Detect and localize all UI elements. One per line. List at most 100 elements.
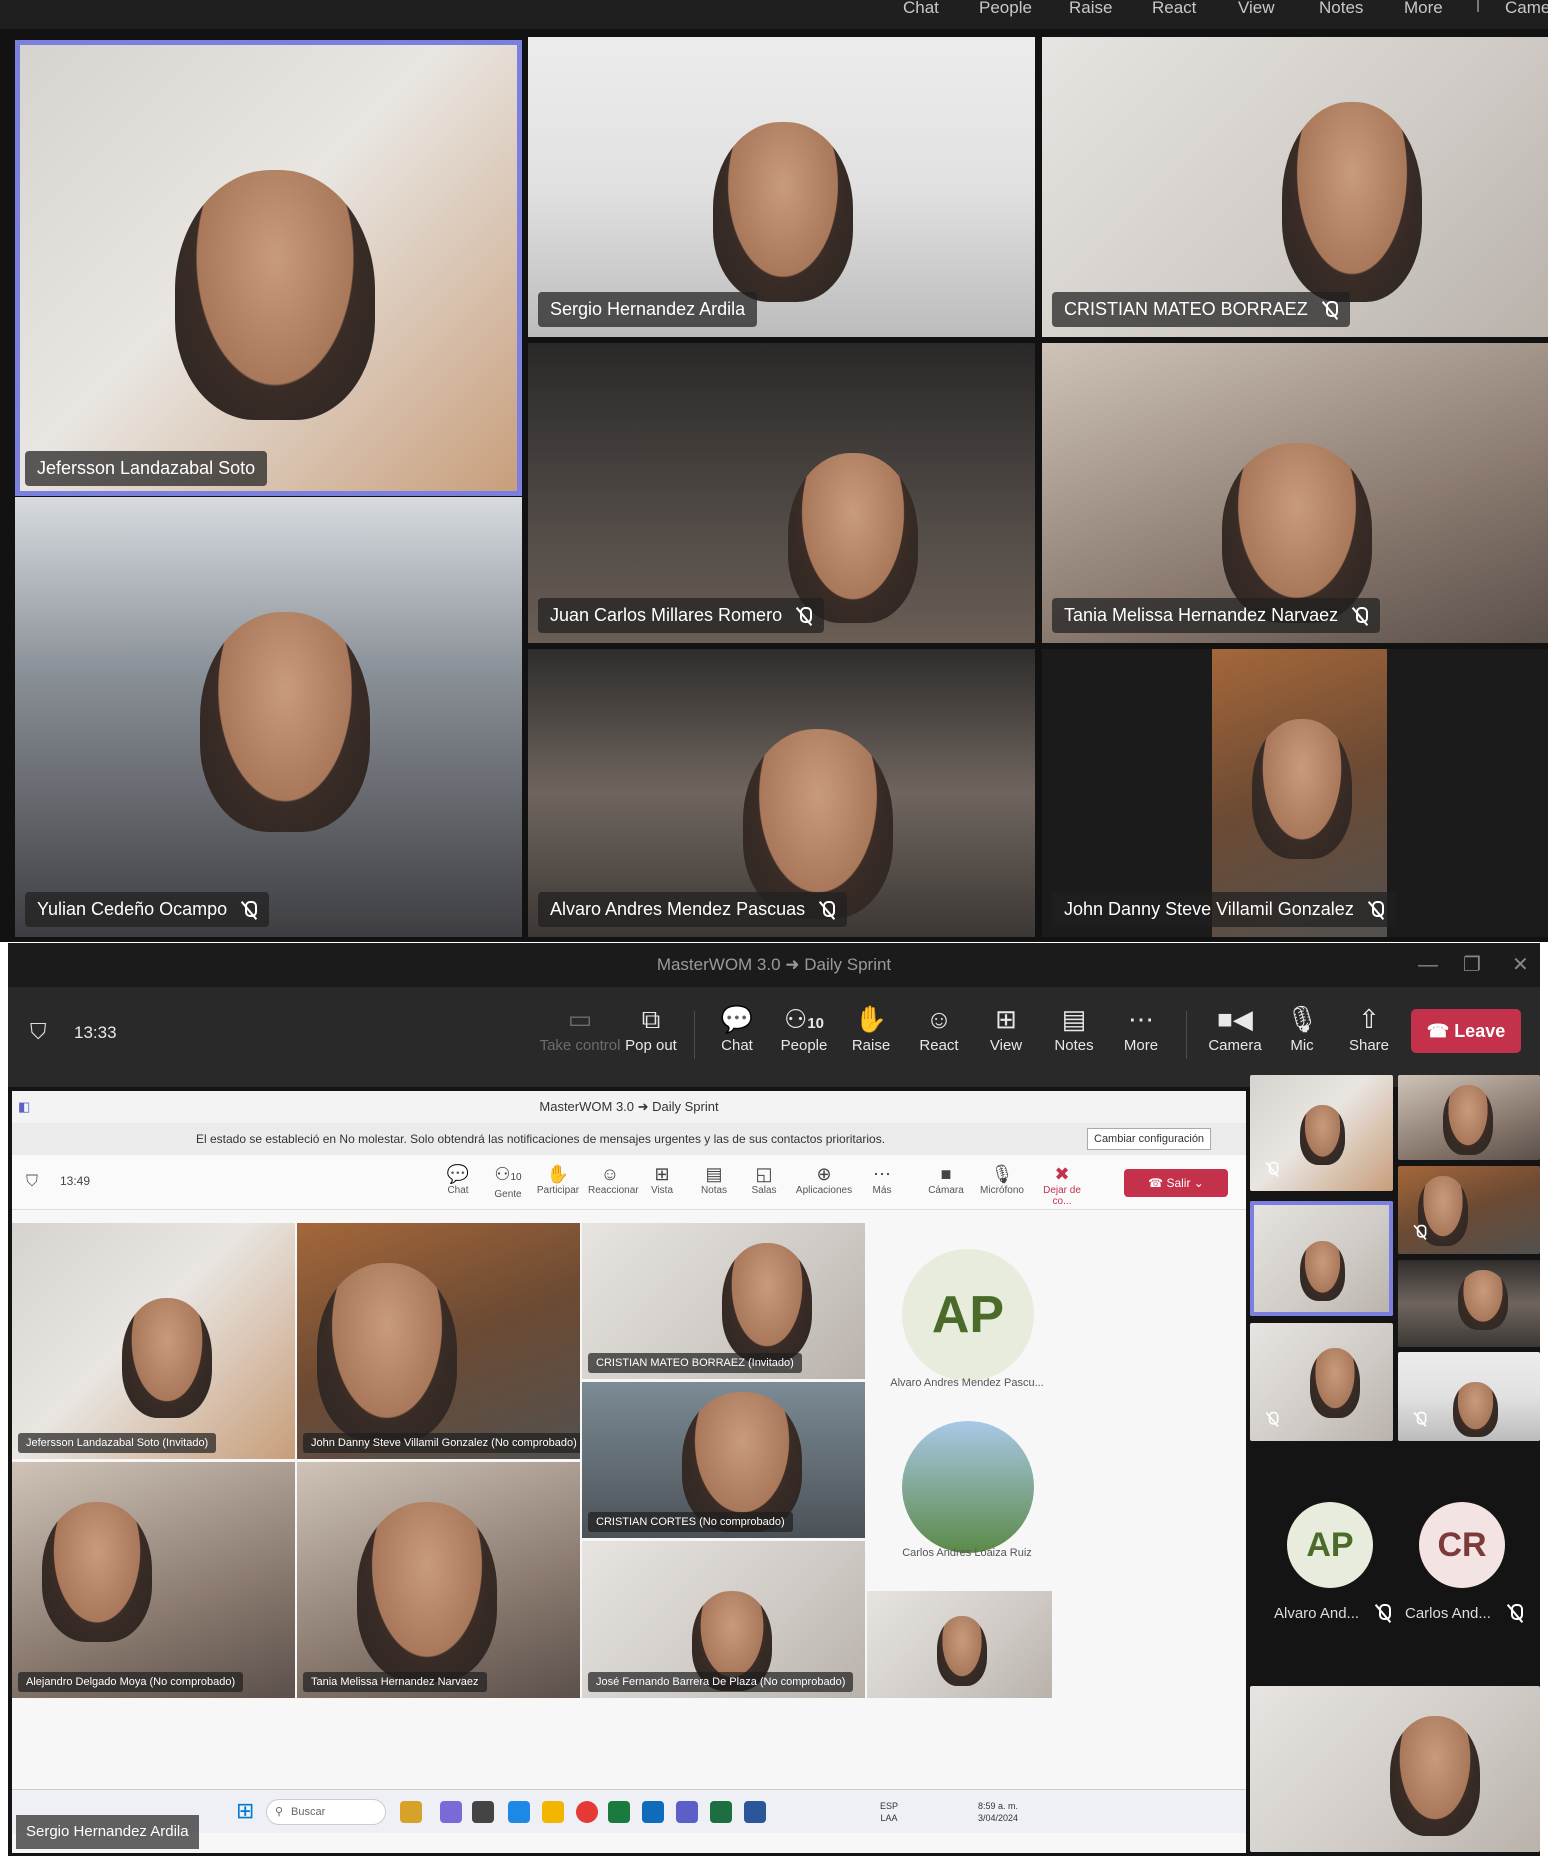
people-button[interactable]: ⚇10 People [772,1001,836,1054]
shared-view-button[interactable]: ⊞ Vista [640,1163,684,1196]
participant-name: Yulian Cedeño Ocampo [25,892,270,927]
toolbar-people[interactable]: People [979,0,1032,16]
excel-icon[interactable] [710,1801,732,1823]
raise-hand-button[interactable]: ✋ Raise [839,1001,903,1054]
stop-sharing-button[interactable]: ✖ Dejar de co... [1034,1163,1090,1207]
video-tile[interactable]: Sergio Hernandez Ardila [528,37,1035,337]
shared-rooms-button[interactable]: ◱ Salas [742,1163,786,1196]
people-icon: ⚇10 [784,1004,824,1034]
video-tile[interactable]: Yulian Cedeño Ocampo [15,497,522,937]
shared-video-tile: CRISTIAN CORTES (No comprobado) [582,1382,865,1538]
participant-thumbnail[interactable] [1398,1352,1540,1441]
video-tile[interactable]: John Danny Steve Villamil Gonzalez [1042,649,1548,937]
leave-button[interactable]: ☎ Leave [1411,1009,1521,1053]
mic-off-icon [1266,1411,1279,1427]
pop-out-button[interactable]: ⧉ Pop out [619,1001,683,1054]
camera-button[interactable]: ■◀ Camera [1203,1001,1267,1054]
participant-thumbnail[interactable] [1398,1260,1540,1347]
view-button[interactable]: ⊞ View [974,1001,1038,1054]
shared-more-button[interactable]: ⋯ Más [860,1163,904,1196]
dnd-banner: El estado se estableció en No molestar. … [12,1123,1246,1155]
notes-icon: ▤ [705,1164,723,1184]
video-tile[interactable]: Juan Carlos Millares Romero [528,343,1035,643]
shared-notes-button[interactable]: ▤ Notas [692,1163,736,1196]
shared-react-button[interactable]: ☺ Reaccionar [588,1163,639,1196]
mic-off-icon [1414,1411,1427,1427]
toolbar-more[interactable]: More [1404,0,1443,16]
chat-icon: 💬 [446,1164,470,1184]
folder-icon[interactable] [542,1801,564,1823]
notes-button[interactable]: ▤ Notes [1042,1001,1106,1054]
participant-thumbnail[interactable] [1398,1166,1540,1254]
toolbar-react[interactable]: React [1152,0,1196,16]
shared-apps-button[interactable]: ⊕ Aplicaciones [790,1163,858,1196]
teams-icon[interactable] [676,1801,698,1823]
video-tile[interactable]: Jefersson Landazabal Soto [15,40,522,496]
taskbar-clock[interactable]: 8:59 a. m. 3/04/2024 [978,1800,1018,1824]
edge-icon[interactable] [508,1801,530,1823]
participant-name: John Danny Steve Villamil Gonzalez [1052,892,1396,927]
stop-share-icon: ✖ [1054,1164,1070,1184]
shared-raise-button[interactable]: ✋ Participar [536,1163,580,1196]
toolbar-view[interactable]: View [1238,0,1275,16]
project-icon[interactable] [608,1801,630,1823]
video-tile[interactable]: Tania Melissa Hernandez Narvaez [1042,343,1548,643]
chat-button[interactable]: 💬 Chat [705,1001,769,1054]
shared-leave-button[interactable]: ☎ Salir ⌄ [1124,1169,1228,1197]
video-tile[interactable]: Alvaro Andres Mendez Pascuas [528,649,1035,937]
video-tile[interactable]: CRISTIAN MATEO BORRAEZ [1042,37,1548,337]
toolbar-raise[interactable]: Raise [1069,0,1112,16]
participant-thumbnail[interactable] [1250,1201,1393,1316]
shared-camera-button[interactable]: ■ Cámara [924,1163,968,1196]
participant-thumbnail[interactable] [1250,1075,1393,1191]
taskbar-search[interactable]: ⚲ Buscar [266,1799,386,1825]
maximize-button[interactable]: ❐ [1463,955,1481,975]
share-button[interactable]: ⇧ Share [1337,1001,1401,1054]
mic-off-icon [1414,1224,1427,1240]
app-icon[interactable] [440,1801,462,1823]
app-icon[interactable] [400,1801,422,1823]
outlook-icon[interactable] [642,1801,664,1823]
react-button[interactable]: ☺ React [907,1001,971,1054]
hand-icon: ✋ [546,1164,570,1184]
toolbar-notes[interactable]: Notes [1319,0,1363,16]
shared-mic-button[interactable]: 🎙 Micrófono [976,1163,1028,1196]
shared-timer: 13:49 [60,1174,91,1188]
phone-icon: ☎ [1426,1021,1455,1041]
participant-thumbnail[interactable] [1250,1323,1393,1441]
mic-off-icon [241,900,258,920]
shared-video-tile: CRISTIAN MATEO BORRAEZ (Invitado) [582,1223,865,1379]
change-settings-button[interactable]: Cambiar configuración [1087,1128,1212,1150]
close-button[interactable]: ✕ [1512,955,1529,975]
avatar-label: Alvaro And... [1274,1603,1392,1623]
avatar-label: Alvaro Andres Mendez Pascu... [890,1377,1044,1389]
more-icon: ⋯ [873,1164,891,1184]
app-icon[interactable] [472,1801,494,1823]
self-preview [867,1591,1052,1698]
toolbar-chat[interactable]: Chat [903,0,939,16]
chrome-icon[interactable] [576,1801,598,1823]
grid-icon: ⊞ [654,1164,670,1184]
participant-name: Jefersson Landazabal Soto [25,451,268,486]
shared-video-tile: Alejandro Delgado Moya (No comprobado) [12,1462,295,1698]
windows-start-icon[interactable]: ⊞ [236,1798,254,1824]
word-icon[interactable] [744,1801,766,1823]
mic-button[interactable]: 🎙 Mic [1270,1001,1334,1054]
shared-chat-button[interactable]: 💬 Chat [436,1163,480,1196]
shield-icon: ⛉ [30,1019,47,1044]
language-indicator[interactable]: ESP LAA [880,1800,898,1824]
camera-icon: ■◀ [1217,1004,1253,1034]
rooms-icon: ◱ [755,1164,773,1184]
more-button[interactable]: ⋯ More [1109,1001,1173,1054]
participant-thumbnail[interactable] [1398,1075,1540,1160]
shared-people-button[interactable]: ⚇10 Gente [486,1163,530,1200]
take-control-icon: ▭ [567,1004,593,1034]
toolbar-divider [694,1011,695,1059]
more-icon: ⋯ [1128,1004,1154,1034]
minimize-button[interactable]: — [1418,955,1438,975]
toolbar-camera[interactable]: Came [1505,0,1548,16]
take-control-button[interactable]: ▭ Take control [536,1001,624,1054]
meeting-toolbar: ⛉ 13:33 ▭ Take control ⧉ Pop out 💬 Chat ⚇10… [8,987,1540,1087]
self-video[interactable] [1250,1686,1540,1852]
avatar: AP [902,1249,1034,1381]
